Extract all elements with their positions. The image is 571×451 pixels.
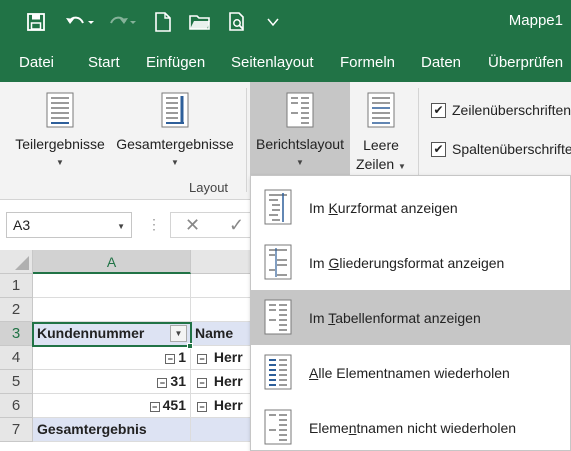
column-header-a[interactable]: A	[33, 250, 191, 274]
table-row[interactable]: −1	[33, 346, 191, 370]
dropdown-caret-icon: ▼	[171, 158, 179, 167]
gesamtergebnisse-label: Gesamtergebnisse	[116, 136, 234, 152]
report-layout-icon	[286, 92, 314, 131]
row-header[interactable]: 7	[0, 418, 33, 442]
filter-dropdown-icon[interactable]: ▼	[170, 325, 187, 342]
dropdown-caret-icon: ▼	[296, 158, 304, 167]
collapse-icon[interactable]: −	[149, 402, 160, 412]
ribbon-separator	[246, 88, 247, 192]
new-file-icon[interactable]	[150, 8, 176, 36]
subtotals-icon	[46, 92, 74, 131]
tab-seitenlayout[interactable]: Seitenlayout	[231, 54, 314, 71]
collapse-icon[interactable]: −	[197, 378, 207, 388]
table-row[interactable]: −31	[33, 370, 191, 394]
save-icon[interactable]	[22, 8, 50, 36]
layout-group-label: Layout	[189, 180, 229, 195]
tab-ueberpruefen[interactable]: Überprüfen	[488, 54, 563, 71]
menu-item-gliederungsformat[interactable]: Im Gliederungsformat anzeigen	[251, 235, 571, 290]
report-layout-menu: Im Kurzformat anzeigen Im Gliederungsfor…	[250, 175, 571, 451]
open-folder-icon[interactable]	[186, 8, 214, 36]
tab-daten[interactable]: Daten	[421, 54, 461, 71]
menu-item-label: Im Tabellenformat anzeigen	[309, 310, 481, 326]
repeat-labels-icon	[264, 354, 292, 393]
row-header[interactable]: 1	[0, 274, 33, 298]
grand-totals-icon	[161, 92, 189, 131]
menu-item-label: Elementnamen nicht wiederholen	[309, 420, 517, 436]
tab-formeln[interactable]: Formeln	[340, 54, 395, 71]
menu-item-label: Im Kurzformat anzeigen	[309, 200, 458, 216]
grand-total-cell[interactable]: Gesamtergebnis	[33, 418, 191, 442]
menu-item-alle-wiederholen[interactable]: Alle Elementnamen wiederholen	[251, 345, 571, 400]
leere-zeilen-button[interactable]: Leere Zeilen ▼	[352, 82, 410, 178]
pivot-header-cell[interactable]: Kundennummer ▼	[33, 322, 191, 346]
row-header[interactable]: 5	[0, 370, 33, 394]
cancel-icon[interactable]: ✕	[185, 215, 200, 236]
print-preview-icon[interactable]	[224, 8, 252, 36]
title-bar: Mappe1	[0, 0, 571, 44]
no-repeat-labels-icon	[264, 409, 292, 448]
dropdown-caret-icon: ▼	[398, 162, 406, 171]
cell[interactable]	[33, 274, 191, 298]
table-row[interactable]: −451	[33, 394, 191, 418]
chevron-down-icon[interactable]: ▼	[117, 222, 125, 231]
row-header[interactable]: 3	[0, 322, 33, 346]
undo-icon[interactable]	[60, 8, 98, 36]
collapse-icon[interactable]: −	[165, 354, 176, 364]
teilergebnisse-label: Teilergebnisse	[15, 136, 105, 152]
formula-buttons: ✕ ✓	[170, 212, 260, 238]
row-header[interactable]: 2	[0, 298, 33, 322]
collapse-icon[interactable]: −	[157, 378, 168, 388]
tabular-form-icon	[264, 299, 292, 338]
outline-form-icon	[264, 244, 292, 283]
menu-item-label: Alle Elementnamen wiederholen	[309, 365, 510, 381]
name-box[interactable]: A3 ▼	[6, 212, 132, 238]
gesamtergebnisse-button[interactable]: Gesamtergebnisse ▼	[112, 82, 238, 178]
app-title: Mappe1	[508, 12, 563, 29]
tab-einfuegen[interactable]: Einfügen	[146, 54, 205, 71]
checkmark-icon: ✔	[431, 102, 446, 118]
menu-item-nicht-wiederholen[interactable]: Elementnamen nicht wiederholen	[251, 400, 571, 451]
zeilenueberschriften-checkbox[interactable]: ✔ Zeilenüberschriften	[431, 102, 571, 118]
tab-start[interactable]: Start	[88, 54, 120, 71]
row-header[interactable]: 4	[0, 346, 33, 370]
collapse-icon[interactable]: −	[197, 402, 207, 412]
checkmark-icon: ✔	[431, 141, 446, 157]
select-all-corner[interactable]	[0, 250, 33, 274]
confirm-icon[interactable]: ✓	[229, 215, 244, 236]
customize-qat-icon[interactable]	[262, 8, 284, 36]
dropdown-caret-icon: ▼	[56, 158, 64, 167]
compact-form-icon	[264, 189, 292, 228]
berichtslayout-button[interactable]: Berichtslayout ▼	[250, 82, 350, 178]
drag-handle-icon[interactable]: ⋮	[147, 216, 161, 233]
row-header[interactable]: 6	[0, 394, 33, 418]
berichtslayout-label: Berichtslayout	[256, 136, 344, 152]
leere-zeilen-label: Leere Zeilen ▼	[356, 137, 406, 172]
menu-item-label: Im Gliederungsformat anzeigen	[309, 255, 505, 271]
cell[interactable]	[33, 298, 191, 322]
redo-icon[interactable]	[104, 8, 138, 36]
fill-handle[interactable]	[187, 343, 193, 349]
menu-item-tabellenformat[interactable]: Im Tabellenformat anzeigen	[251, 290, 571, 345]
spaltenueberschriften-checkbox[interactable]: ✔ Spaltenüberschriften	[431, 141, 571, 157]
ribbon-tabs: Datei Start Einfügen Seitenlayout Formel…	[0, 44, 571, 82]
menu-item-kurzformat[interactable]: Im Kurzformat anzeigen	[251, 180, 571, 235]
blank-rows-icon	[367, 92, 395, 131]
tab-datei[interactable]: Datei	[19, 54, 54, 71]
teilergebnisse-button[interactable]: Teilergebnisse ▼	[8, 82, 112, 178]
collapse-icon[interactable]: −	[197, 354, 207, 364]
